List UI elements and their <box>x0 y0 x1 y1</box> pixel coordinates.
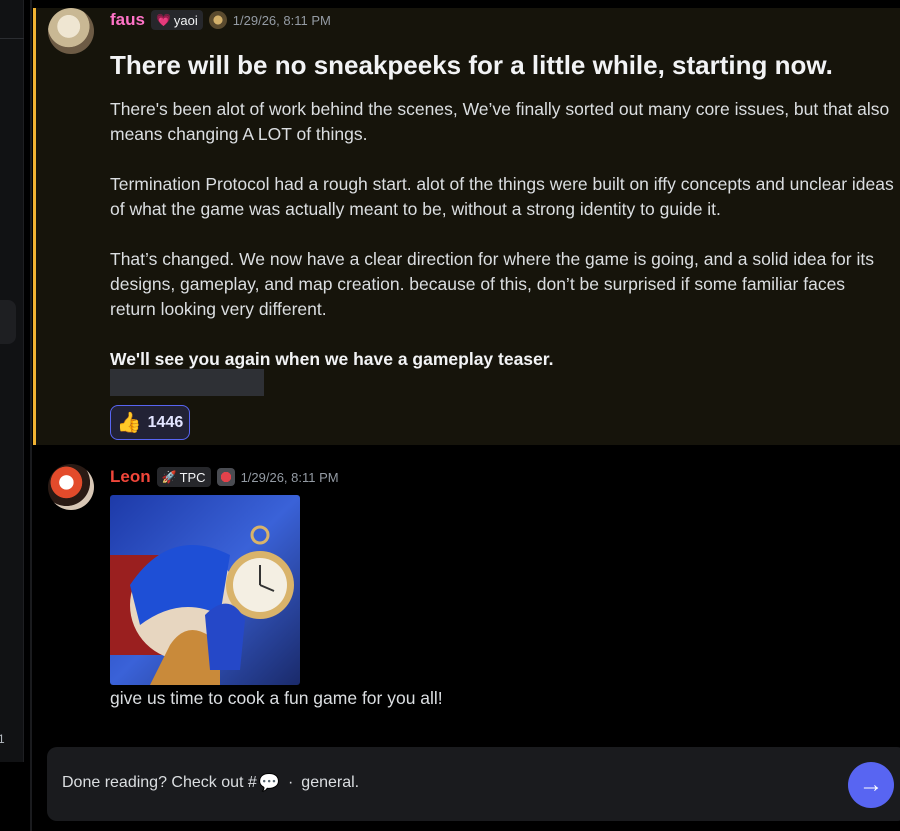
prompt-prefix: Done reading? Check out # <box>62 774 257 791</box>
spoiler-block[interactable] <box>110 369 264 396</box>
arrow-right-icon: → <box>859 771 883 798</box>
paragraph: That’s changed. We now have a clear dire… <box>110 249 874 319</box>
server-tag[interactable]: 🚀 TPC <box>156 467 211 487</box>
sidebar-item[interactable] <box>0 300 16 344</box>
message-text: give us time to cook a fun game for you … <box>110 688 443 708</box>
guild-badge-icon[interactable] <box>208 11 227 29</box>
rocket-icon: 🚀 <box>161 470 177 484</box>
reaction-thumbs-up[interactable]: 👍 1446 <box>110 405 190 440</box>
avatar[interactable] <box>48 464 94 510</box>
reaction-count: 1446 <box>147 413 184 431</box>
server-tag-label: yaoi <box>173 12 198 28</box>
announcement-heading: There will be no sneakpeeks for a little… <box>110 50 833 80</box>
discord-chat-window: 1 faus 💗 yaoi 1/29/26, 8:11 PM There wil… <box>0 0 900 831</box>
sidebar-divider <box>0 38 24 39</box>
channel-link[interactable]: general. <box>301 774 359 792</box>
thumbs-up-icon: 👍 <box>116 412 142 434</box>
panel-divider <box>30 0 32 831</box>
timestamp[interactable]: 1/29/26, 8:11 PM <box>241 470 339 485</box>
artwork-image <box>110 495 300 685</box>
message-header: Leon 🚀 TPC 1/29/26, 8:11 PM <box>110 467 339 487</box>
separator: · <box>287 774 294 791</box>
message-header: faus 💗 yaoi 1/29/26, 8:11 PM <box>110 10 331 30</box>
sidebar-badge-count: 1 <box>0 732 5 746</box>
timestamp[interactable]: 1/29/26, 8:11 PM <box>233 13 331 28</box>
username[interactable]: Leon <box>110 467 151 487</box>
server-sidebar: 1 <box>0 0 24 762</box>
paragraph: Termination Protocol had a rough start. … <box>110 174 894 219</box>
go-to-channel-button[interactable]: → <box>848 762 894 808</box>
paragraph: There's been alot of work behind the sce… <box>110 99 890 144</box>
guild-badge-icon[interactable] <box>216 468 235 486</box>
server-tag[interactable]: 💗 yaoi <box>150 10 203 30</box>
server-tag-label: TPC <box>179 469 206 485</box>
avatar[interactable] <box>48 8 94 54</box>
channel-prompt-text: Done reading? Check out # 💬 · general. <box>62 773 359 793</box>
heart-icon: 💗 <box>155 13 171 27</box>
chat-bubble-icon: 💬 <box>258 773 280 792</box>
image-attachment[interactable] <box>110 495 300 685</box>
username[interactable]: faus <box>110 10 145 30</box>
